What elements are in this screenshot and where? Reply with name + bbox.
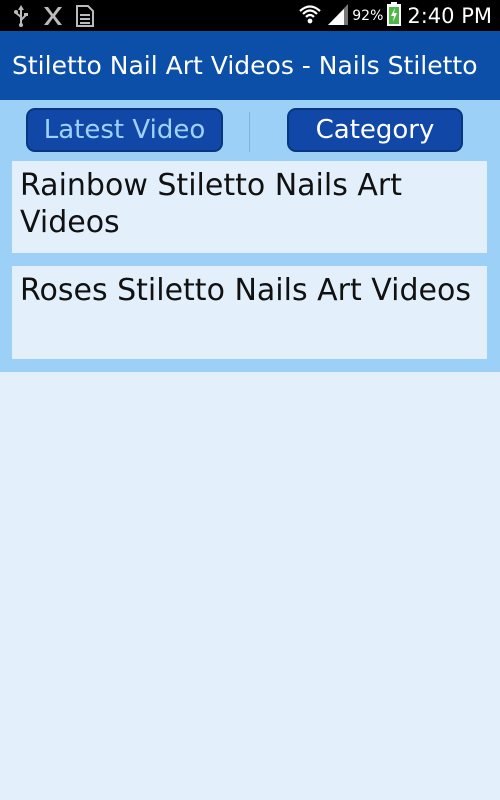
video-title: Roses Stiletto Nails Art Videos [20,273,471,308]
latest-video-button[interactable]: Latest Video [26,108,223,152]
notification-icons [8,4,104,28]
status-bar: 92% 2:40 PM [0,0,500,31]
x-icon [40,4,66,28]
clock: 2:40 PM [407,3,492,28]
usb-icon [8,4,34,28]
wifi-icon [298,3,322,29]
content-panel: Latest Video Category Rainbow Stiletto N… [0,100,500,372]
screen: 92% 2:40 PM Stiletto Nail Art Videos - N… [0,0,500,800]
category-button[interactable]: Category [287,108,463,152]
battery-percent: 92% [352,7,384,24]
battery-charging-icon [387,1,402,30]
app-title: Stiletto Nail Art Videos - Nails Stilett… [12,51,478,80]
system-icons: 92% 2:40 PM [298,0,492,31]
tab-divider [249,112,250,152]
video-list-item[interactable]: Roses Stiletto Nails Art Videos [12,266,487,359]
signal-icon [328,3,350,29]
sd-card-icon [72,4,98,28]
video-list-item[interactable]: Rainbow Stiletto Nails Art Videos [12,161,487,253]
action-bar: Stiletto Nail Art Videos - Nails Stilett… [0,31,500,100]
video-title: Rainbow Stiletto Nails Art Videos [20,168,403,240]
